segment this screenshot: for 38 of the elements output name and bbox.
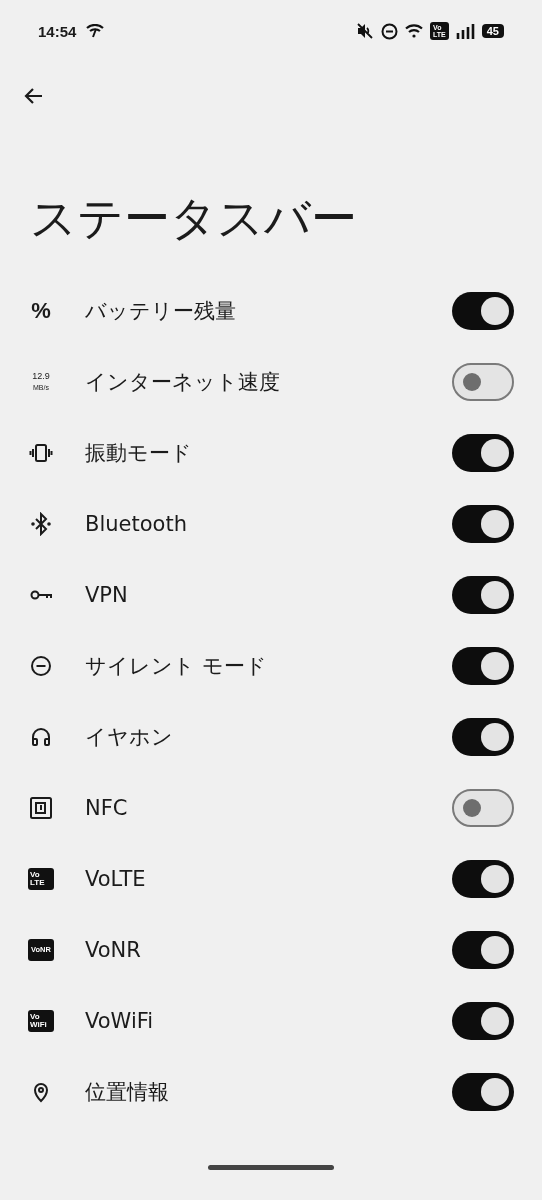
nfc-icon [29, 795, 53, 820]
toggle-switch[interactable] [452, 1072, 514, 1111]
mute-icon [356, 22, 375, 40]
toggle-switch[interactable] [452, 859, 514, 898]
toggle-switch[interactable] [452, 433, 514, 472]
setting-label: バッテリー残量 [85, 297, 237, 325]
toggle-switch[interactable] [452, 291, 514, 330]
wifi-call-icon [86, 24, 105, 38]
setting-label: VoNR [85, 937, 142, 962]
setting-label: VoWiFi [85, 1008, 155, 1033]
setting-label: イヤホン [85, 723, 174, 751]
page-title: ステータスバー [30, 190, 358, 247]
toggle-switch[interactable] [452, 504, 514, 543]
wifi-icon [405, 24, 424, 38]
toggle-switch[interactable] [452, 575, 514, 614]
setting-label: 振動モード [85, 439, 193, 467]
setting-label: VPN [85, 582, 129, 607]
setting-label: インターネット速度 [85, 368, 281, 396]
badge-icon: Vo WiFi [28, 1009, 54, 1032]
setting-label: Bluetooth [85, 511, 188, 536]
do-not-disturb-icon [29, 653, 53, 678]
toggle-switch[interactable] [452, 788, 514, 827]
badge-icon: Vo LTE [28, 867, 54, 890]
setting-label: VoLTE [85, 866, 147, 891]
toggle-switch[interactable] [452, 646, 514, 685]
percent-icon: % [31, 297, 51, 324]
setting-label: NFC [85, 795, 129, 820]
signal-icon [455, 23, 475, 39]
toggle-switch[interactable] [452, 1001, 514, 1040]
setting-label: 位置情報 [85, 1078, 170, 1106]
toggle-switch[interactable] [452, 362, 514, 401]
do-not-disturb-icon [381, 22, 399, 40]
clock: 14:54 [38, 22, 77, 40]
toggle-switch[interactable] [452, 930, 514, 969]
bluetooth-icon [29, 511, 53, 536]
battery-icon: 45 [481, 24, 504, 38]
toggle-switch[interactable] [452, 717, 514, 756]
setting-label: サイレント モード [85, 652, 268, 680]
